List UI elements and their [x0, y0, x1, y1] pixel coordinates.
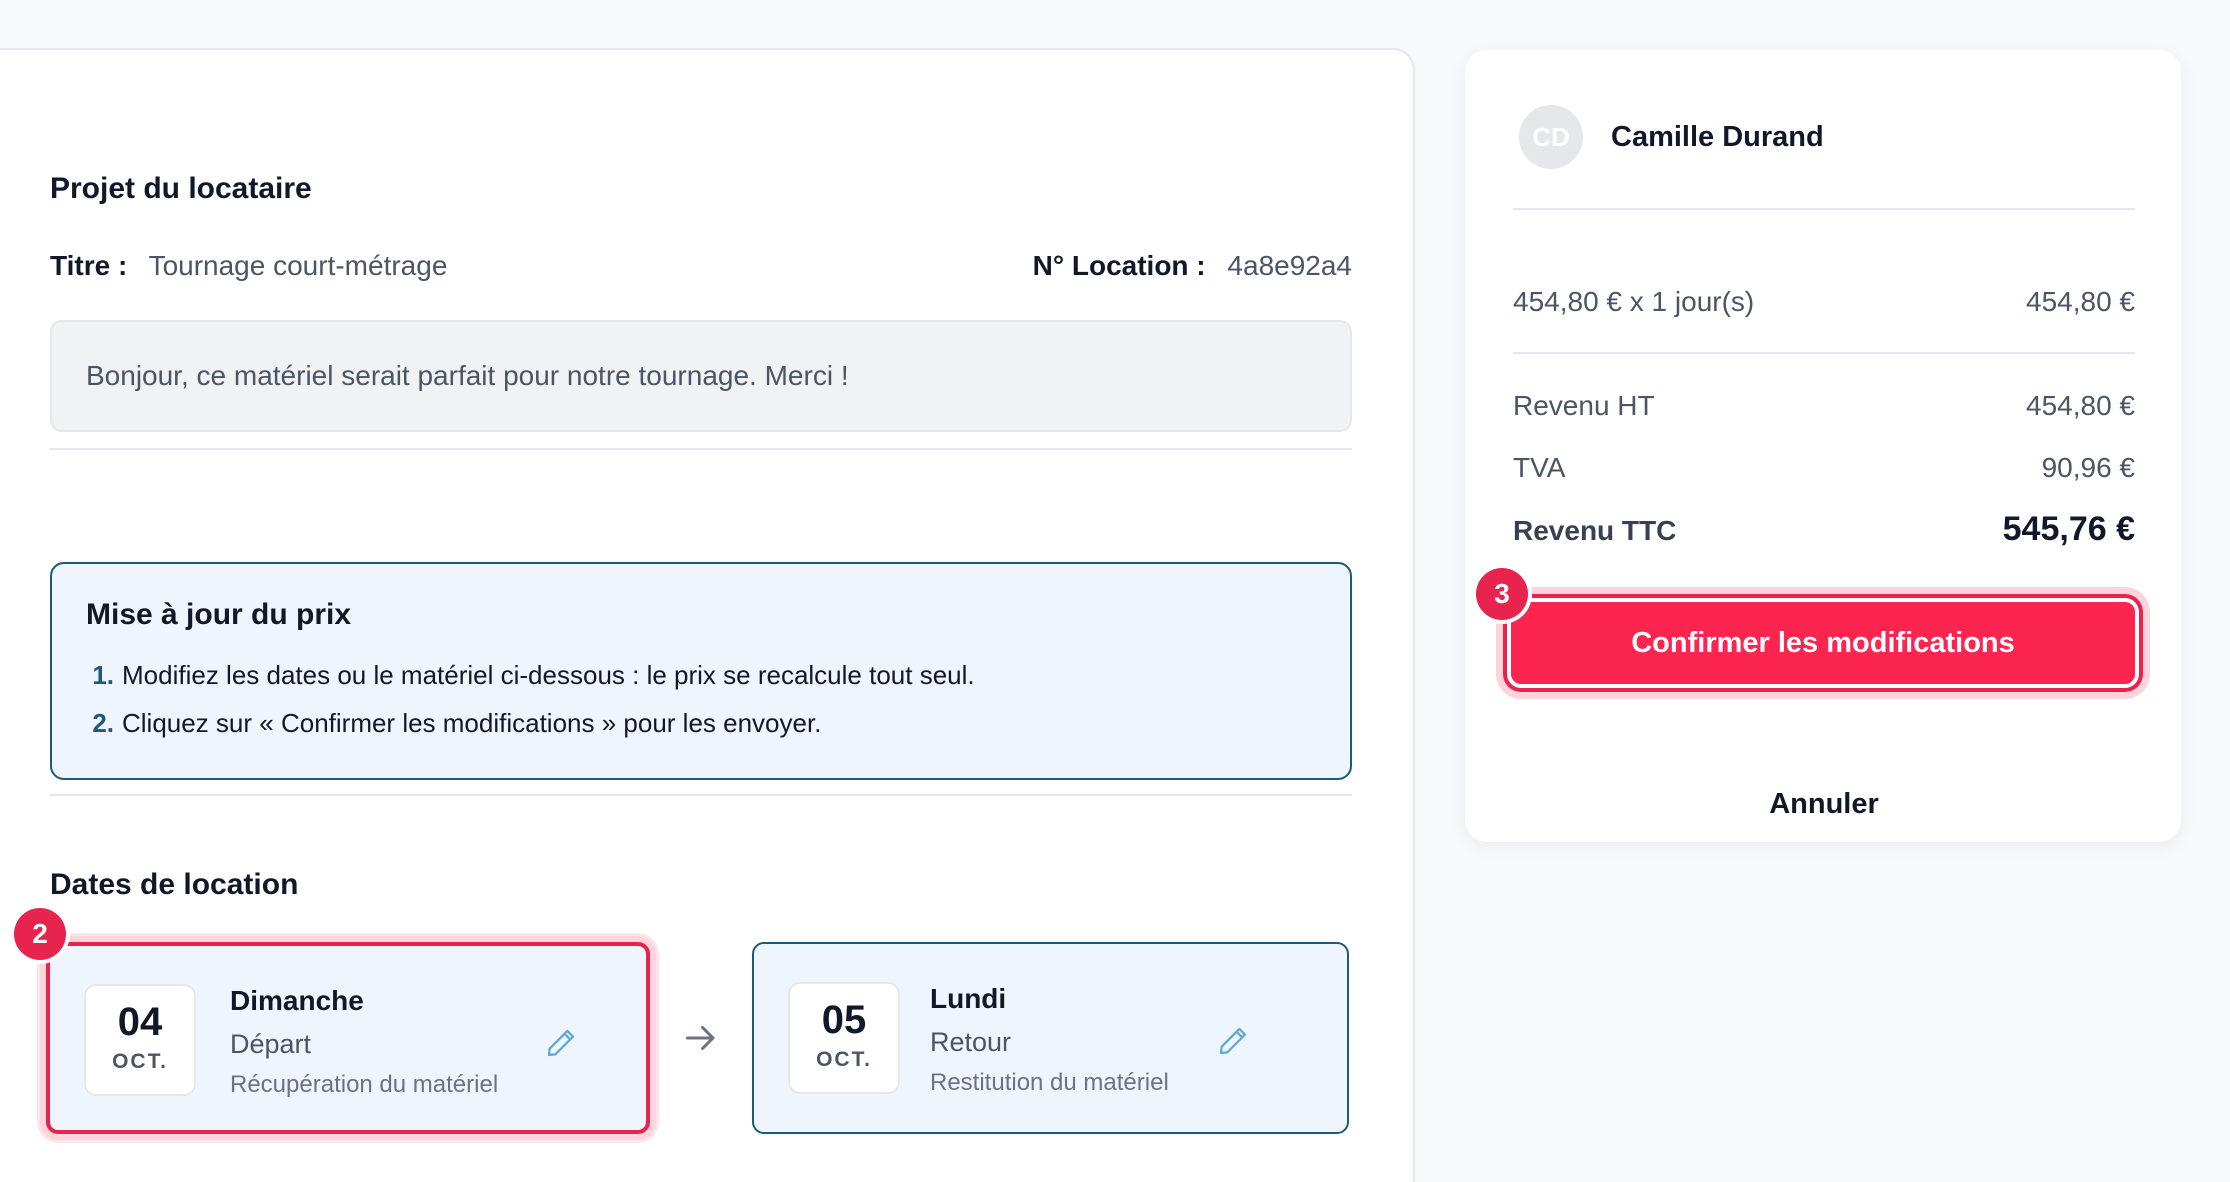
step-item: 2. Cliquez sur « Confirmer les modificat… — [86, 708, 1350, 739]
confirm-changes-button[interactable]: Confirmer les modifications — [1507, 598, 2139, 688]
divider — [1513, 352, 2135, 354]
divider — [50, 448, 1352, 450]
revenue-ht-row: Revenu HT 454,80 € — [1513, 390, 2135, 422]
price-line-value: 454,80 € — [2026, 286, 2135, 317]
arrow-right-icon — [686, 1026, 715, 1050]
title-label: Titre : — [50, 250, 128, 281]
start-day-number: 04 — [117, 1000, 163, 1044]
revenue-ht-value: 454,80 € — [2026, 390, 2135, 421]
end-kind: Retour — [930, 1027, 1012, 1057]
project-heading: Projet du locataire — [50, 172, 312, 205]
tva-label: TVA — [1513, 452, 1566, 483]
cancel-button[interactable]: Annuler — [1513, 788, 2135, 821]
start-description: Récupération du matériel — [230, 1071, 499, 1098]
title-value: Tournage court-métrage — [148, 250, 448, 281]
location-label: N° Location : — [1032, 250, 1206, 281]
price-update-info: Mise à jour du prix 1. Modifiez les date… — [50, 562, 1352, 780]
start-date-texts: Dimanche Départ Récupération du matériel — [230, 984, 498, 1100]
project-title: Titre : Tournage court-métrage — [50, 250, 447, 282]
pencil-icon[interactable] — [544, 1026, 578, 1060]
step-number: 2. — [92, 708, 114, 738]
step-badge-2: 2 — [14, 908, 66, 960]
step-item: 1. Modifiez les dates ou le matériel ci-… — [86, 660, 1350, 691]
end-day-number: 05 — [821, 998, 867, 1042]
price-update-title: Mise à jour du prix — [86, 598, 352, 631]
renter-message: Bonjour, ce matériel serait parfait pour… — [50, 320, 1352, 432]
start-day-box: 04 OCT. — [84, 984, 196, 1096]
revenue-ht-label: Revenu HT — [1513, 390, 1655, 421]
end-month: OCT. — [816, 1048, 872, 1071]
project-meta-row: Titre : Tournage court-métrage N° Locati… — [50, 250, 1352, 282]
location-value: 4a8e92a4 — [1227, 250, 1352, 281]
start-date-card[interactable]: 04 OCT. Dimanche Départ Récupération du … — [46, 942, 650, 1134]
dates-heading: Dates de location — [50, 868, 299, 901]
divider — [1513, 208, 2135, 210]
price-summary-card: CD Camille Durand 454,80 € x 1 jour(s) 4… — [1465, 50, 2181, 842]
revenue-ttc-row: Revenu TTC 545,76 € — [1513, 510, 2135, 549]
start-month: OCT. — [112, 1050, 168, 1073]
price-line-label: 454,80 € x 1 jour(s) — [1513, 286, 1755, 317]
revenue-ttc-value: 545,76 € — [2002, 510, 2135, 548]
end-weekday: Lundi — [930, 983, 1007, 1014]
tva-value: 90,96 € — [2041, 452, 2135, 483]
step-text: Modifiez les dates ou le matériel ci-des… — [122, 660, 975, 690]
divider — [50, 794, 1352, 796]
user-name: Camille Durand — [1611, 121, 1824, 153]
price-line: 454,80 € x 1 jour(s) 454,80 € — [1513, 286, 2135, 318]
step-badge-3: 3 — [1476, 568, 1528, 620]
end-date-texts: Lundi Retour Restitution du matériel — [930, 982, 1169, 1098]
start-kind: Départ — [230, 1029, 312, 1059]
price-update-steps: 1. Modifiez les dates ou le matériel ci-… — [86, 660, 1350, 739]
step-number: 1. — [92, 660, 114, 690]
location-number: N° Location : 4a8e92a4 — [1033, 250, 1352, 282]
end-description: Restitution du matériel — [930, 1069, 1169, 1096]
avatar: CD — [1519, 105, 1583, 169]
step-text: Cliquez sur « Confirmer les modification… — [122, 708, 822, 738]
tva-row: TVA 90,96 € — [1513, 452, 2135, 484]
pencil-icon[interactable] — [1216, 1024, 1250, 1058]
end-day-box: 05 OCT. — [788, 982, 900, 1094]
start-weekday: Dimanche — [230, 985, 364, 1016]
revenue-ttc-label: Revenu TTC — [1513, 515, 1677, 546]
end-date-card[interactable]: 05 OCT. Lundi Retour Restitution du maté… — [752, 942, 1349, 1134]
